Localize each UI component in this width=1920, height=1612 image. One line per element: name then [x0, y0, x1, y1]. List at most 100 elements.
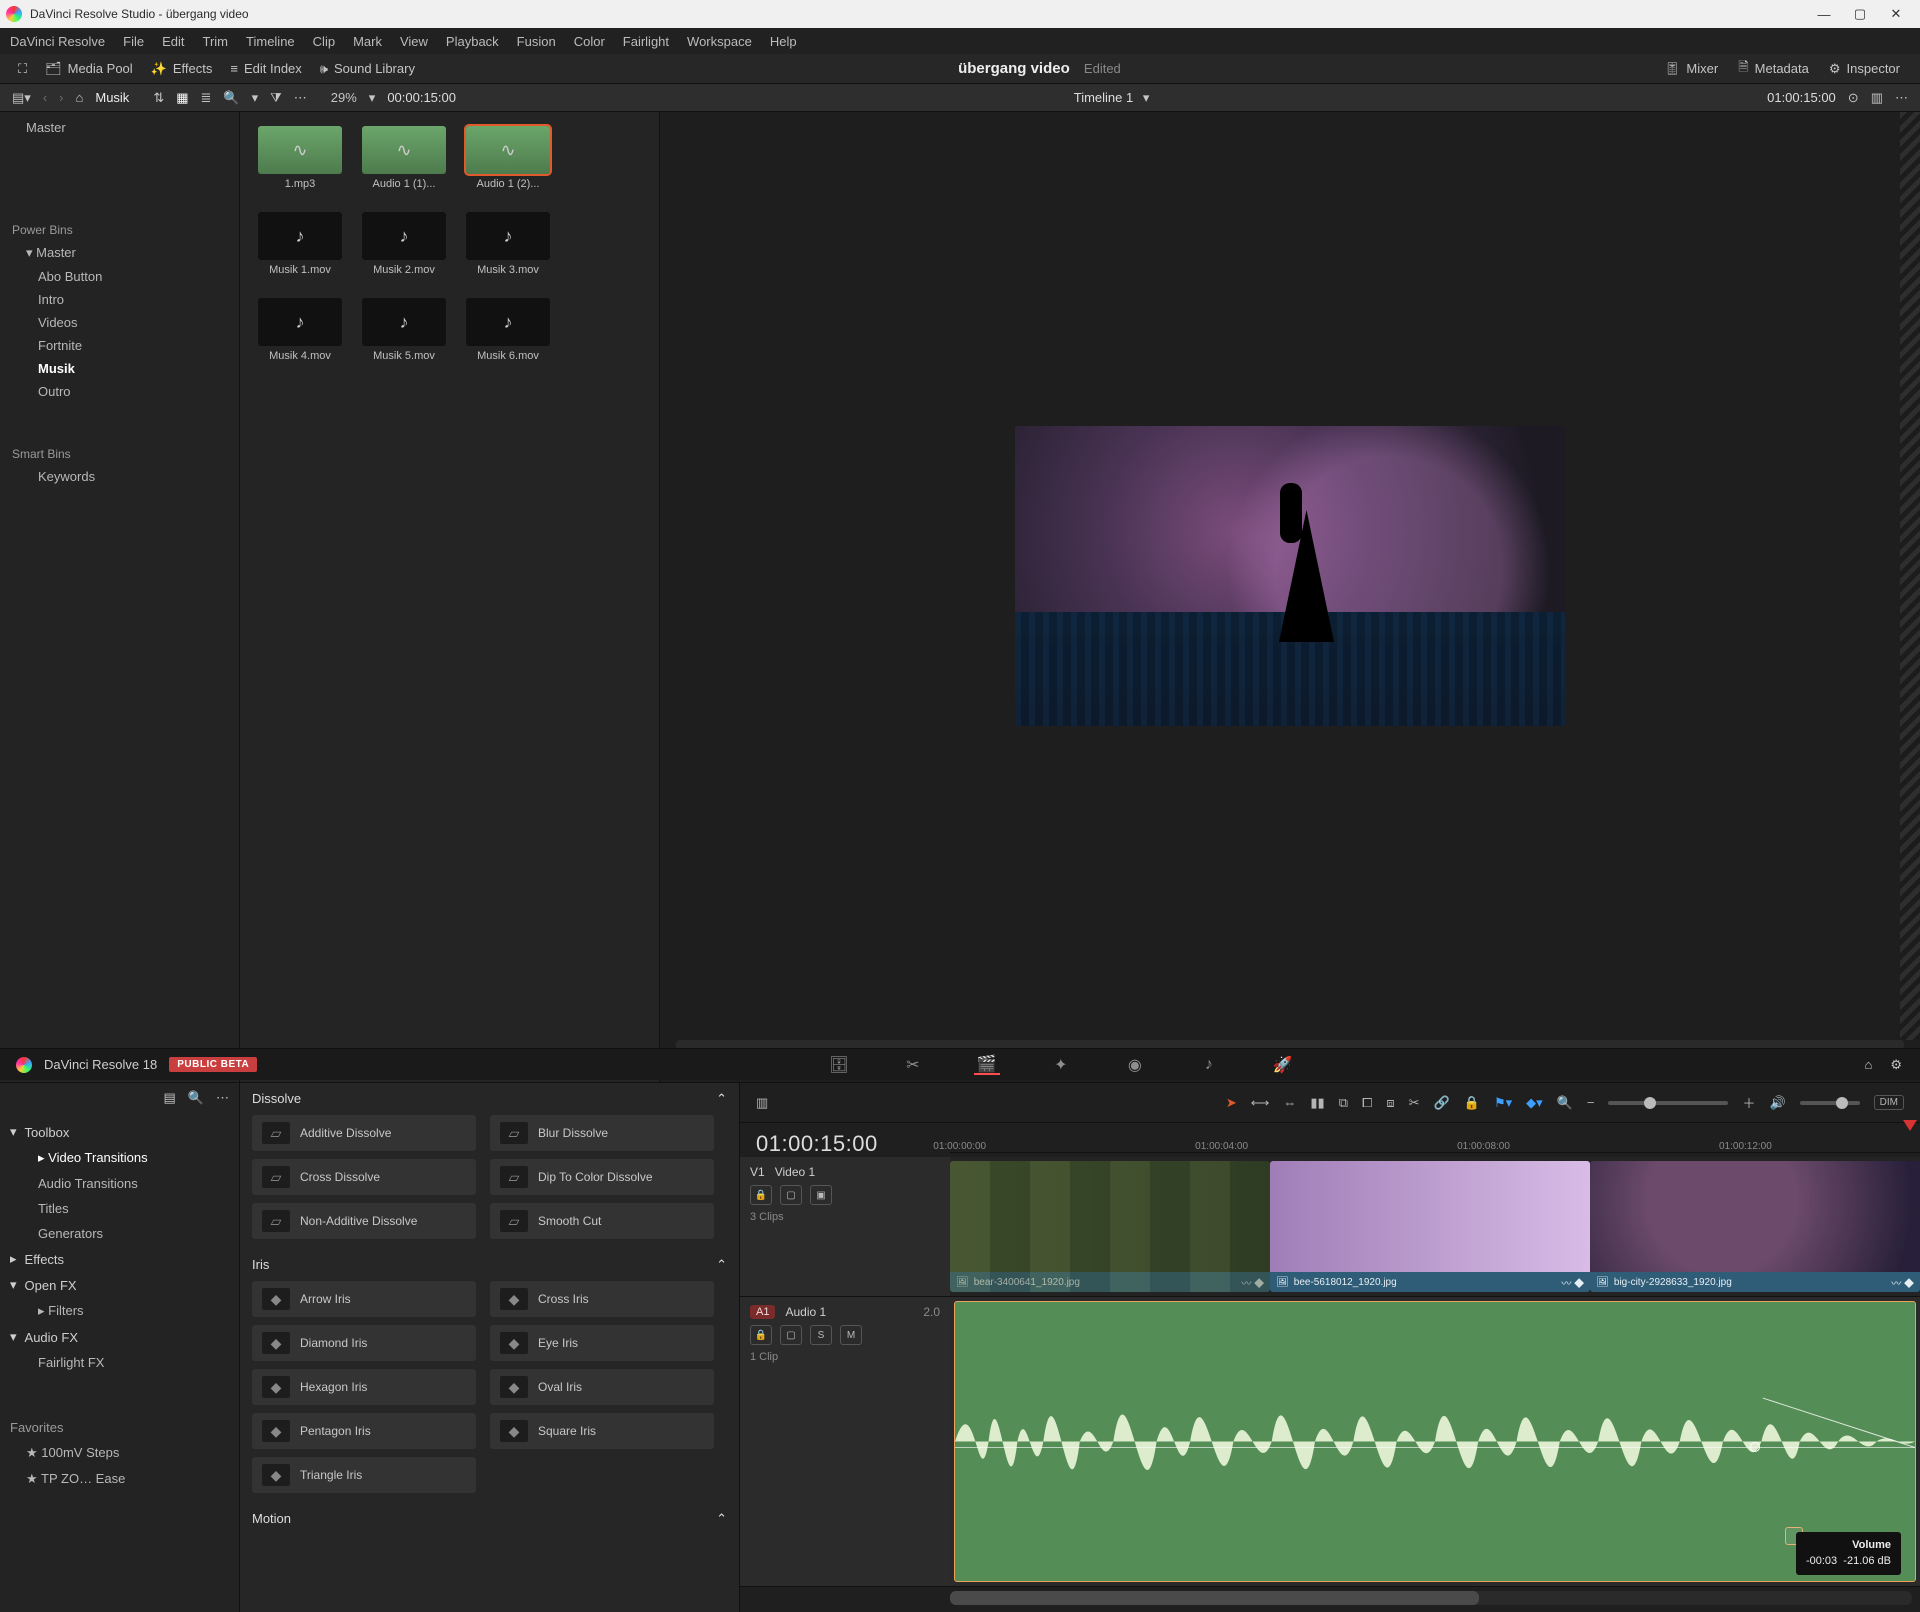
- page-cut[interactable]: ✂: [900, 1055, 926, 1075]
- home-icon[interactable]: ⌂: [76, 90, 84, 105]
- menu-item[interactable]: Clip: [313, 34, 335, 49]
- page-edit[interactable]: 🎬: [974, 1055, 1000, 1075]
- page-color[interactable]: ◉: [1122, 1055, 1148, 1075]
- media-clip[interactable]: ♪Musik 4.mov: [258, 298, 342, 362]
- timeline-ruler[interactable]: 01:00:00:00 01:00:04:00 01:00:08:00 01:0…: [950, 1123, 1920, 1153]
- menu-item[interactable]: DaVinci Resolve: [10, 34, 105, 49]
- transition-tile[interactable]: ◆Oval Iris: [490, 1369, 714, 1405]
- fx-item[interactable]: Generators: [0, 1221, 239, 1246]
- video-track-header[interactable]: V1Video 1 🔒 ▢ ▣ 3 Clips: [740, 1157, 950, 1296]
- media-clip[interactable]: ♪Musik 6.mov: [466, 298, 550, 362]
- viewer-zoom[interactable]: 29%: [331, 90, 357, 105]
- zoom-slider[interactable]: [1608, 1101, 1728, 1105]
- fx-group-audiofx[interactable]: ▾ Audio FX: [0, 1324, 239, 1350]
- fx-item[interactable]: ▸ Filters: [0, 1298, 239, 1324]
- media-clip[interactable]: ♪Musik 3.mov: [466, 212, 550, 276]
- collapse-icon[interactable]: ⌃: [716, 1091, 727, 1107]
- zoom-in-icon[interactable]: ＋: [1742, 1093, 1755, 1112]
- transition-tile[interactable]: ▱Dip To Color Dissolve: [490, 1159, 714, 1195]
- viewer-resize-handle[interactable]: [1900, 112, 1920, 1040]
- menu-item[interactable]: View: [400, 34, 428, 49]
- clip-fx-icon[interactable]: 〰 ◆: [1891, 1275, 1914, 1290]
- bin-item[interactable]: Intro: [0, 288, 239, 311]
- chevron-down-icon[interactable]: ▾: [1143, 90, 1150, 105]
- fx-fav-item[interactable]: ★ TP ZO… Ease: [0, 1466, 239, 1492]
- media-pool-toggle[interactable]: 🗂Media Pool: [45, 61, 133, 77]
- solo-button[interactable]: S: [810, 1325, 832, 1345]
- loop-range-icon[interactable]: ⊙: [1848, 90, 1859, 106]
- menu-item[interactable]: Playback: [446, 34, 499, 49]
- list-view-icon[interactable]: ≣: [201, 90, 212, 106]
- fx-group-toolbox[interactable]: ▾ Toolbox: [0, 1119, 239, 1145]
- mute-button[interactable]: M: [840, 1325, 862, 1345]
- page-deliver[interactable]: 🚀: [1270, 1055, 1296, 1075]
- gain-line[interactable]: [955, 1447, 1915, 1448]
- collapse-icon[interactable]: ⌃: [716, 1257, 727, 1273]
- page-media[interactable]: 🗄: [826, 1055, 852, 1075]
- window-maximize[interactable]: ▢: [1842, 4, 1878, 24]
- auto-select-icon[interactable]: ▢: [780, 1325, 802, 1345]
- page-fusion[interactable]: ✦: [1048, 1055, 1074, 1075]
- menu-item[interactable]: Fusion: [517, 34, 556, 49]
- mixer-toggle[interactable]: 🎚Mixer: [1664, 61, 1718, 77]
- blade-tool[interactable]: ▮▮: [1310, 1095, 1324, 1111]
- razor-tool[interactable]: ✂: [1409, 1095, 1420, 1111]
- home-icon[interactable]: ⌂: [1864, 1057, 1872, 1073]
- replace-tool[interactable]: ⧈: [1386, 1095, 1394, 1111]
- transition-tile[interactable]: ▱Cross Dissolve: [252, 1159, 476, 1195]
- track-lock-icon[interactable]: 🔒: [750, 1185, 772, 1205]
- search-timeline-icon[interactable]: 🔍: [1557, 1095, 1573, 1111]
- menu-item[interactable]: Fairlight: [623, 34, 669, 49]
- smartbin-keywords[interactable]: Keywords: [0, 465, 239, 488]
- smart-bins-header[interactable]: Smart Bins: [0, 443, 239, 465]
- project-settings-icon[interactable]: ⚙: [1890, 1057, 1902, 1073]
- inspector-toggle[interactable]: ⚙Inspector: [1829, 61, 1900, 77]
- fx-group-effects[interactable]: ▸ Effects: [0, 1246, 239, 1272]
- record-timecode[interactable]: 01:00:15:00: [1767, 90, 1836, 105]
- more-icon[interactable]: ⋯: [294, 90, 307, 106]
- layout-icon[interactable]: ▤: [164, 1090, 176, 1106]
- bin-item[interactable]: Videos: [0, 311, 239, 334]
- edit-index-toggle[interactable]: ≡Edit Index: [230, 61, 301, 76]
- fx-item-video-transitions[interactable]: ▸ Video Transitions: [0, 1145, 239, 1171]
- track-enable-icon[interactable]: ▣: [810, 1185, 832, 1205]
- search-icon[interactable]: 🔍: [223, 90, 239, 106]
- transition-tile[interactable]: ◆Hexagon Iris: [252, 1369, 476, 1405]
- audio-track-header[interactable]: A1Audio 12.0 🔒 ▢ S M 1 Clip: [740, 1297, 950, 1586]
- power-bins-header[interactable]: Power Bins: [0, 219, 239, 241]
- transition-tile[interactable]: ◆Triangle Iris: [252, 1457, 476, 1493]
- media-clip[interactable]: ♪Musik 1.mov: [258, 212, 342, 276]
- bin-item[interactable]: Fortnite: [0, 334, 239, 357]
- timeline-timecode[interactable]: 01:00:15:00: [740, 1123, 950, 1157]
- flag-blue-icon[interactable]: ⚑▾: [1494, 1095, 1512, 1111]
- window-minimize[interactable]: —: [1806, 4, 1842, 24]
- menu-item[interactable]: File: [123, 34, 144, 49]
- media-clip[interactable]: ∿1.mp3: [258, 126, 342, 190]
- transition-tile[interactable]: ▱Blur Dissolve: [490, 1115, 714, 1151]
- thumb-view-icon[interactable]: ▦: [176, 90, 188, 106]
- fx-item[interactable]: Audio Transitions: [0, 1171, 239, 1196]
- link-tool[interactable]: 🔗: [1434, 1095, 1450, 1111]
- monitor-volume-slider[interactable]: [1800, 1101, 1860, 1105]
- dim-button[interactable]: DIM: [1874, 1095, 1904, 1110]
- chevron-down-icon[interactable]: ▾: [252, 90, 259, 106]
- nav-back-icon[interactable]: ‹: [43, 90, 47, 105]
- collapse-icon[interactable]: ⌃: [716, 1511, 727, 1527]
- audio-clip[interactable]: Volume -00:03 -21.06 dB: [954, 1301, 1916, 1582]
- metadata-toggle[interactable]: 🗎Metadata: [1738, 58, 1809, 80]
- menu-item[interactable]: Color: [574, 34, 605, 49]
- menu-item[interactable]: Mark: [353, 34, 382, 49]
- bin-item[interactable]: ▾ Master: [0, 241, 239, 265]
- fx-fav-item[interactable]: ★ 100mV Steps: [0, 1440, 239, 1466]
- fx-category-dissolve[interactable]: Dissolve⌃: [240, 1083, 739, 1111]
- playhead[interactable]: [1903, 1120, 1917, 1131]
- menu-item[interactable]: Trim: [203, 34, 229, 49]
- fx-group-favorites[interactable]: Favorites: [0, 1415, 239, 1440]
- trim-tool[interactable]: ⟷: [1251, 1095, 1270, 1111]
- mute-icon[interactable]: 🔊: [1769, 1095, 1785, 1111]
- bin-item-selected[interactable]: Musik: [0, 357, 239, 380]
- insert-tool[interactable]: ⧉: [1339, 1095, 1348, 1111]
- selection-tool[interactable]: ➤: [1226, 1095, 1237, 1111]
- video-clip[interactable]: 🖼bee-5618012_1920.jpg〰 ◆: [1270, 1161, 1590, 1292]
- video-track-lane[interactable]: 🖼bear-3400641_1920.jpg〰 ◆🖼bee-5618012_19…: [950, 1157, 1920, 1296]
